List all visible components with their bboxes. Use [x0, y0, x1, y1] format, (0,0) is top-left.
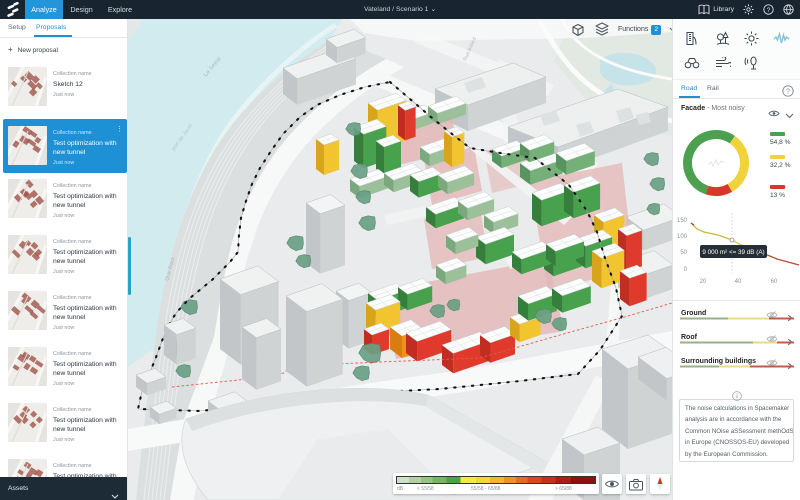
- svg-text:?: ?: [786, 89, 790, 96]
- svg-text:40: 40: [735, 279, 742, 285]
- svg-text:150: 150: [677, 218, 688, 224]
- svg-text:9 000 m² <= 39 dB (A): 9 000 m² <= 39 dB (A): [702, 249, 764, 256]
- svg-text:50: 50: [680, 250, 687, 256]
- svg-text:0: 0: [684, 267, 688, 273]
- svg-text:60: 60: [771, 279, 778, 285]
- svg-text:100: 100: [677, 234, 688, 240]
- svg-text:?: ?: [767, 7, 771, 14]
- svg-text:20: 20: [700, 279, 707, 285]
